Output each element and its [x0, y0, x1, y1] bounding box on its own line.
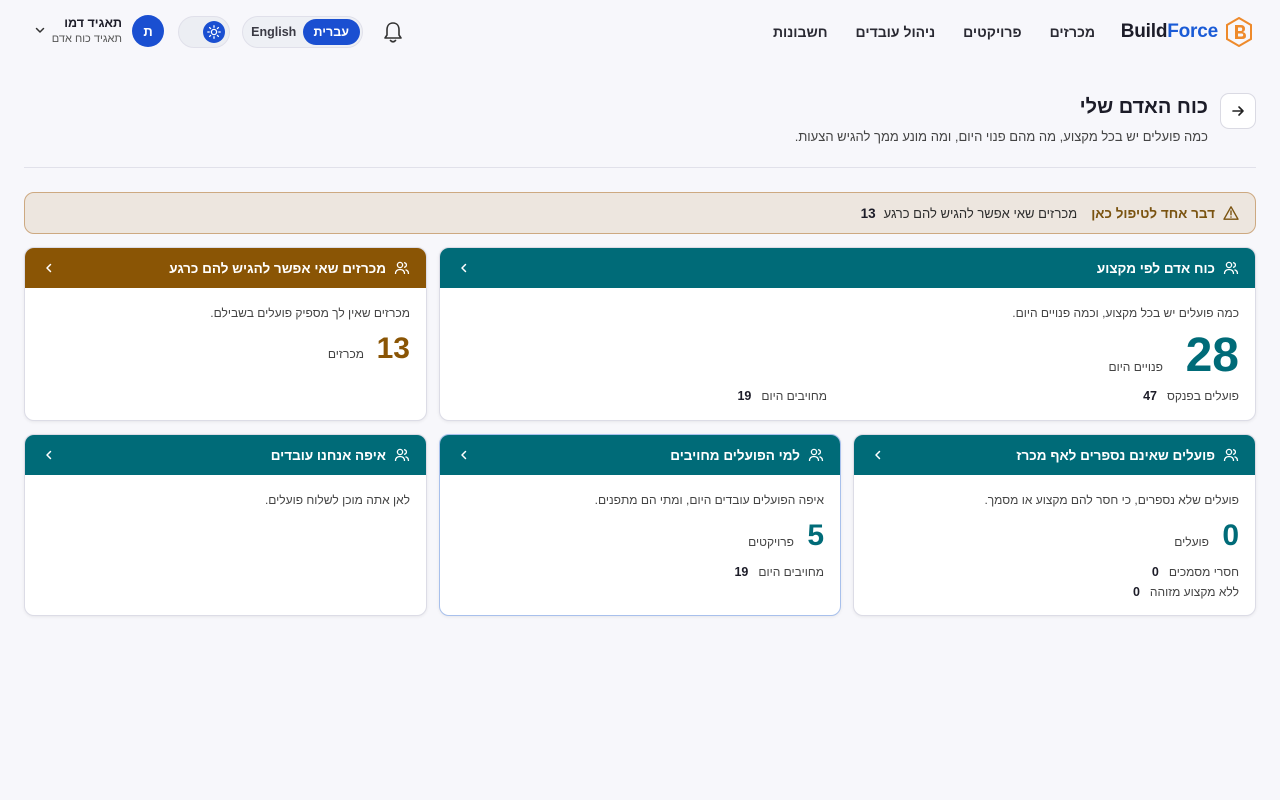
alert-count: 13 — [860, 205, 876, 221]
brand[interactable]: BuildForce — [1121, 16, 1252, 48]
alert-headline: דבר אחד לטיפול כאן — [1091, 205, 1215, 221]
card-header: למי הפועלים מחויבים — [440, 435, 840, 475]
divider — [24, 167, 1256, 168]
brand-name: BuildForce — [1120, 21, 1218, 42]
card-title: איפה אנחנו עובדים — [270, 447, 386, 463]
nav-item-employee-management[interactable]: ניהול עובדים — [856, 24, 936, 40]
card-description: לאן אתה מוכן לשלוח פועלים. — [264, 493, 410, 507]
stat-missing-documents: חסרי מסמכים 0 — [1151, 565, 1239, 579]
users-icon — [808, 448, 824, 462]
sun-icon — [207, 25, 221, 39]
chevron-left-icon[interactable] — [43, 449, 55, 461]
uncounted-workers-unit: פועלים — [1174, 535, 1209, 549]
chevron-left-icon[interactable] — [458, 449, 470, 461]
users-icon — [394, 261, 410, 275]
nav-item-accounts[interactable]: חשבונות — [773, 24, 828, 40]
card-description: פועלים שלא נספרים, כי חסר להם מקצוע או מ… — [984, 493, 1239, 507]
available-today-value: 28 — [1185, 329, 1239, 382]
chevron-left-icon[interactable] — [458, 262, 470, 274]
chevron-down-icon — [35, 27, 45, 33]
nav-item-tenders[interactable]: מכרזים — [1050, 24, 1095, 40]
card-header: פועלים שאינם נספרים לאף מכרז — [854, 435, 1255, 475]
user-name: תאגיד דמו — [64, 16, 122, 30]
card-uncounted-workers[interactable]: פועלים שאינם נספרים לאף מכרז פועלים שלא … — [853, 434, 1256, 616]
top-bar: BuildForce מכרזים פרויקטים ניהול עובדים … — [0, 0, 1280, 64]
card-description: איפה הפועלים עובדים היום, ומתי הם מתפנים… — [594, 493, 824, 507]
alert-text: מכרזים שאי אפשר להגיש להם כרגע — [883, 205, 1078, 221]
card-description: כמה פועלים יש בכל מקצוע, וכמה פנויים היו… — [1012, 306, 1239, 320]
uncounted-workers-value: 0 — [1222, 519, 1239, 552]
language-option-english[interactable]: English — [245, 19, 303, 45]
card-blocked-tenders[interactable]: מכרזים שאי אפשר להגיש להם כרגע מכרזים שא… — [24, 247, 427, 421]
back-button[interactable] — [1220, 93, 1256, 129]
blocked-tenders-unit: מכרזים — [327, 347, 364, 361]
users-icon — [1223, 261, 1239, 275]
available-today-unit: פנויים היום — [1108, 360, 1163, 374]
page-subtitle: כמה פועלים יש בכל מקצוע, מה מהם פנוי היו… — [794, 129, 1208, 144]
theme-toggle[interactable] — [178, 16, 230, 48]
nav-item-projects[interactable]: פרויקטים — [963, 24, 1021, 40]
card-workforce-by-trade[interactable]: כוח אדם לפי מקצוע כמה פועלים יש בכל מקצו… — [439, 247, 1256, 421]
card-title: מכרזים שאי אפשר להגיש להם כרגע — [169, 260, 386, 276]
language-option-hebrew[interactable]: עברית — [302, 19, 360, 45]
avatar: ת — [132, 15, 164, 47]
user-menu[interactable]: ת תאגיד דמו תאגיד כוח אדם — [34, 15, 164, 49]
users-icon — [394, 448, 410, 462]
card-title: פועלים שאינם נספרים לאף מכרז — [1016, 447, 1215, 463]
chevron-left-icon[interactable] — [872, 449, 884, 461]
card-header: כוח אדם לפי מקצוע — [440, 248, 1255, 288]
stat-no-trade: ללא מקצוע מזוהה 0 — [1132, 585, 1239, 599]
stat-committed-today: מחויבים היום 19 — [734, 565, 824, 579]
card-work-locations[interactable]: איפה אנחנו עובדים לאן אתה מוכן לשלוח פוע… — [24, 434, 427, 616]
card-title: למי הפועלים מחויבים — [670, 447, 800, 463]
card-description: מכרזים שאין לך מספיק פועלים בשבילם. — [210, 306, 410, 320]
notifications-bell-icon[interactable] — [382, 20, 404, 44]
stat-registered-workers: פועלים בפנקס 47 — [1143, 389, 1239, 403]
warning-icon — [1223, 206, 1239, 220]
card-header: איפה אנחנו עובדים — [25, 435, 426, 475]
card-committed-workers[interactable]: למי הפועלים מחויבים איפה הפועלים עובדים … — [439, 434, 841, 616]
blocked-tenders-value: 13 — [376, 332, 410, 365]
language-toggle: English עברית — [242, 16, 363, 48]
stat-committed-today: מחויבים היום 19 — [737, 389, 827, 403]
users-icon — [1223, 448, 1239, 462]
committed-projects-value: 5 — [807, 519, 824, 552]
buildforce-logo-icon — [1226, 17, 1252, 47]
main-nav: מכרזים פרויקטים ניהול עובדים חשבונות — [773, 20, 1095, 44]
card-title: כוח אדם לפי מקצוע — [1096, 260, 1215, 276]
user-role: תאגיד כוח אדם — [51, 33, 122, 45]
card-header: מכרזים שאי אפשר להגיש להם כרגע — [25, 248, 426, 288]
attention-alert[interactable]: דבר אחד לטיפול כאן מכרזים שאי אפשר להגיש… — [24, 192, 1256, 234]
theme-toggle-knob — [203, 21, 225, 43]
chevron-left-icon[interactable] — [43, 262, 55, 274]
page-title: כוח האדם שלי — [1079, 96, 1208, 118]
committed-projects-unit: פרויקטים — [748, 535, 794, 549]
arrow-right-icon — [1232, 106, 1244, 116]
